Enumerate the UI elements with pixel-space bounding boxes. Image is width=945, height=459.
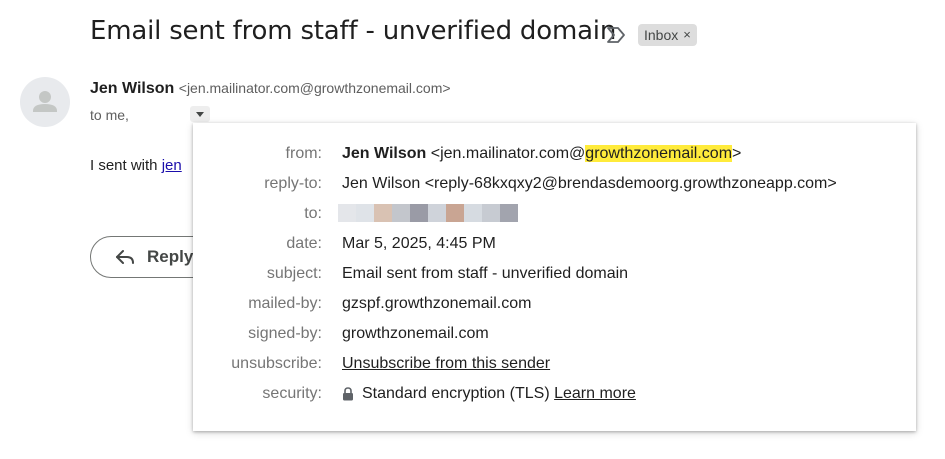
from-domain-highlight: growthzonemail.com — [585, 145, 733, 162]
details-row-date: date: Mar 5, 2025, 4:45 PM — [193, 229, 916, 259]
message-body-text: I sent with — [90, 157, 162, 174]
person-icon — [33, 91, 57, 112]
inbox-label-text: Inbox — [644, 27, 679, 43]
redacted-block — [356, 204, 374, 222]
redacted-block — [428, 204, 446, 222]
message-body: I sent with jen — [90, 157, 182, 174]
recipient-summary: to me, — [90, 107, 129, 123]
subject-value: Email sent from staff - unverified domai… — [342, 265, 629, 282]
message-body-link[interactable]: jen — [162, 157, 182, 174]
sender-line: Jen Wilson <jen.mailinator.com@growthzon… — [90, 80, 451, 98]
unsubscribe-label: unsubscribe: — [231, 355, 322, 372]
details-row-mailed-by: mailed-by: gzspf.growthzonemail.com — [193, 289, 916, 319]
sender-email: <jen.mailinator.com@growthzonemail.com> — [178, 80, 451, 96]
redacted-recipient — [338, 204, 518, 222]
message-details-popup: from: Jen Wilson <jen.mailinator.com@gro… — [193, 123, 916, 431]
email-subject-heading: Email sent from staff - unverified domai… — [90, 16, 617, 46]
mailed-by-label: mailed-by: — [248, 295, 322, 312]
importance-marker-icon[interactable] — [606, 26, 626, 44]
redacted-block — [392, 204, 410, 222]
details-row-unsubscribe: unsubscribe: Unsubscribe from this sende… — [193, 349, 916, 379]
signed-by-value: growthzonemail.com — [342, 325, 489, 342]
sender-name: Jen Wilson — [90, 80, 175, 97]
date-value: Mar 5, 2025, 4:45 PM — [342, 235, 496, 252]
sender-avatar — [20, 77, 70, 127]
date-label: date: — [286, 235, 322, 252]
from-label: from: — [285, 145, 322, 162]
details-row-signed-by: signed-by: growthzonemail.com — [193, 319, 916, 349]
unsubscribe-link[interactable]: Unsubscribe from this sender — [342, 349, 550, 379]
redacted-block — [338, 204, 356, 222]
signed-by-label: signed-by: — [248, 325, 322, 342]
redacted-block — [500, 204, 518, 222]
from-value: Jen Wilson <jen.mailinator.com@growthzon… — [342, 139, 741, 169]
redacted-block — [464, 204, 482, 222]
reply-label: Reply — [147, 247, 194, 266]
security-label: security: — [262, 385, 322, 402]
inbox-label-chip: Inbox × — [638, 24, 697, 46]
details-row-to: to: — [193, 199, 916, 229]
reply-to-value: Jen Wilson <reply-68kxqxy2@brendasdemoor… — [342, 175, 837, 192]
from-address: <jen.mailinator.com@ — [426, 145, 586, 162]
reply-to-label: reply-to: — [264, 175, 322, 192]
lock-icon — [343, 386, 353, 401]
show-details-button[interactable] — [190, 106, 210, 122]
from-address-end: > — [732, 145, 742, 162]
to-label: to: — [304, 205, 322, 222]
details-row-from: from: Jen Wilson <jen.mailinator.com@gro… — [193, 139, 916, 169]
reply-icon — [116, 250, 134, 264]
security-text: Standard encryption (TLS) — [362, 385, 550, 402]
from-name: Jen Wilson — [342, 145, 427, 162]
redacted-block — [374, 204, 392, 222]
mailed-by-value: gzspf.growthzonemail.com — [342, 295, 532, 312]
subject-label: subject: — [266, 265, 322, 282]
redacted-block — [410, 204, 428, 222]
details-row-security: security: Standard encryption (TLS) Lear… — [193, 379, 916, 409]
details-row-reply-to: reply-to: Jen Wilson <reply-68kxqxy2@bre… — [193, 169, 916, 199]
remove-label-icon[interactable]: × — [683, 24, 691, 46]
details-row-subject: subject: Email sent from staff - unverif… — [193, 259, 916, 289]
redacted-block — [446, 204, 464, 222]
learn-more-link[interactable]: Learn more — [554, 385, 636, 402]
security-value: Standard encryption (TLS) Learn more — [342, 379, 636, 409]
redacted-block — [482, 204, 500, 222]
